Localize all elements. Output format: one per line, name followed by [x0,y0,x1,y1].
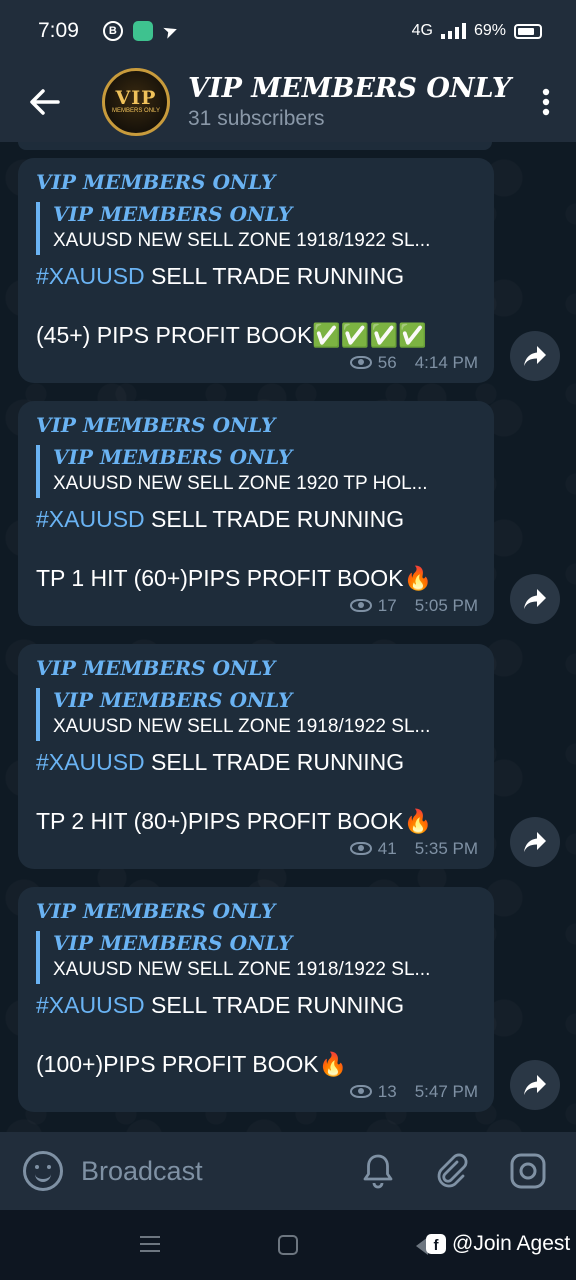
reply-text: XAUUSD NEW SELL ZONE 1918/1922 SL... [53,716,431,737]
network-label: 4G [411,22,433,39]
reply-text: XAUUSD NEW SELL ZONE 1918/1922 SL... [53,959,431,980]
message-time: 5:35 PM [414,838,478,858]
subscriber-count: 31 subscribers [188,106,325,130]
reply-author: VIP MEMBERS ONLY [53,202,293,226]
hashtag-link[interactable]: #XAUUSD [36,506,145,532]
previous-message-edge [18,142,492,150]
forward-arrow-icon [524,346,546,366]
share-button[interactable] [510,1060,560,1110]
share-button[interactable] [510,817,560,867]
bell-icon [363,1154,393,1189]
channel-avatar[interactable]: VIP MEMBERS ONLY [102,68,170,136]
battery-icon [514,23,542,39]
message-meta: 56 4:14 PM [36,353,478,373]
forward-arrow-icon [524,589,546,609]
reply-quote[interactable]: VIP MEMBERS ONLY XAUUSD NEW SELL ZONE 19… [36,202,478,255]
emoji-button[interactable] [23,1151,63,1191]
reply-author: VIP MEMBERS ONLY [53,445,293,469]
message-author: VIP MEMBERS ONLY [36,899,276,923]
reply-text: XAUUSD NEW SELL ZONE 1918/1922 SL... [53,230,431,251]
view-count: 56 [377,352,397,372]
message-author: VIP MEMBERS ONLY [36,656,276,680]
view-count: 13 [377,1081,397,1101]
view-count: 17 [377,595,397,615]
message-meta: 17 5:05 PM [36,596,478,616]
camera-button[interactable] [498,1141,558,1201]
message-line-2: TP 1 HIT (60+)PIPS PROFIT BOOK🔥 [36,564,433,591]
eye-icon [349,842,372,856]
input-bar: Broadcast [0,1132,576,1210]
hashtag-link[interactable]: #XAUUSD [36,749,145,775]
eye-icon [349,1085,372,1099]
avatar-logo-subtext: MEMBERS ONLY [112,108,160,115]
message-time: 5:05 PM [414,595,478,615]
chat-header: VIP MEMBERS ONLY VIP MEMBERS ONLY 31 sub… [0,62,576,142]
message-author: VIP MEMBERS ONLY [36,413,276,437]
attach-button[interactable] [422,1141,482,1201]
reply-quote[interactable]: VIP MEMBERS ONLY XAUUSD NEW SELL ZONE 19… [36,688,478,741]
channel-title: VIP MEMBERS ONLY [188,73,512,105]
message-text: SELL TRADE RUNNING [144,991,405,1018]
chat-area[interactable]: VIP MEMBERS ONLY VIP MEMBERS ONLY XAUUSD… [0,142,576,1132]
status-right: 4G 69% [412,22,542,40]
reply-text: XAUUSD NEW SELL ZONE 1920 TP HOL... [53,473,428,494]
reply-quote[interactable]: VIP MEMBERS ONLY XAUUSD NEW SELL ZONE 19… [36,445,478,498]
back-button[interactable] [0,62,90,142]
message-line-2: TP 2 HIT (80+)PIPS PROFIT BOOK🔥 [36,807,433,834]
message-text: SELL TRADE RUNNING [144,505,405,532]
message-author: VIP MEMBERS ONLY [36,170,276,194]
message-line-1: #XAUUSD SELL TRADE RUNNING [36,504,478,535]
notification-bell-button[interactable] [348,1141,408,1201]
signal-icon [440,23,466,39]
more-vertical-icon [542,88,550,116]
hashtag-link[interactable]: #XAUUSD [36,263,145,289]
message-text: SELL TRADE RUNNING [144,262,405,289]
message-bubble[interactable]: VIP MEMBERS ONLY VIP MEMBERS ONLY XAUUSD… [18,401,494,626]
more-menu-button[interactable] [516,62,576,142]
channel-info[interactable]: VIP MEMBERS ONLY 31 subscribers [188,73,516,130]
message-line-2: (45+) PIPS PROFIT BOOK✅✅✅✅ [36,321,427,348]
arrow-left-icon [30,89,60,115]
watermark-text: @Join Agest [452,1232,571,1255]
forward-arrow-icon [524,1075,546,1095]
status-notification-icons: B ➤ [102,18,181,43]
hashtag-link[interactable]: #XAUUSD [36,992,145,1018]
message-line-1: #XAUUSD SELL TRADE RUNNING [36,747,478,778]
message-meta: 13 5:47 PM [36,1082,478,1102]
avatar-logo-text: VIP [115,87,157,110]
message-line-2: (100+)PIPS PROFIT BOOK🔥 [36,1050,348,1077]
message-bubble[interactable]: VIP MEMBERS ONLY VIP MEMBERS ONLY XAUUSD… [18,158,494,383]
broadcast-input[interactable]: Broadcast [81,1156,348,1187]
share-button[interactable] [510,574,560,624]
message-meta: 41 5:35 PM [36,839,478,859]
message-text: SELL TRADE RUNNING [144,748,405,775]
eye-icon [349,356,372,370]
paperclip-icon [437,1153,468,1188]
b-circle-icon: B [102,21,123,41]
message-line-1: #XAUUSD SELL TRADE RUNNING [36,261,478,292]
status-time: 7:09 [38,19,79,42]
facebook-icon: f [426,1234,446,1254]
system-nav-bar: f @Join Agest [0,1210,576,1280]
message-bubble[interactable]: VIP MEMBERS ONLY VIP MEMBERS ONLY XAUUSD… [18,887,494,1112]
camera-icon [510,1153,546,1189]
share-button[interactable] [510,331,560,381]
message-bubble[interactable]: VIP MEMBERS ONLY VIP MEMBERS ONLY XAUUSD… [18,644,494,869]
reply-author: VIP MEMBERS ONLY [53,688,293,712]
home-button[interactable] [278,1235,298,1255]
app-icon [132,21,153,41]
reply-quote[interactable]: VIP MEMBERS ONLY XAUUSD NEW SELL ZONE 19… [36,931,478,984]
status-bar: 7:09 B ➤ 4G 69% [0,0,576,62]
forward-arrow-icon [524,832,546,852]
view-count: 41 [377,838,397,858]
eye-icon [349,599,372,613]
watermark: f @Join Agest [426,1232,570,1256]
send-icon: ➤ [159,18,181,43]
message-line-1: #XAUUSD SELL TRADE RUNNING [36,990,478,1021]
message-time: 5:47 PM [414,1081,478,1101]
message-time: 4:14 PM [414,352,478,372]
reply-author: VIP MEMBERS ONLY [53,931,293,955]
recent-apps-button[interactable] [140,1236,160,1257]
battery-percent: 69% [473,22,506,39]
